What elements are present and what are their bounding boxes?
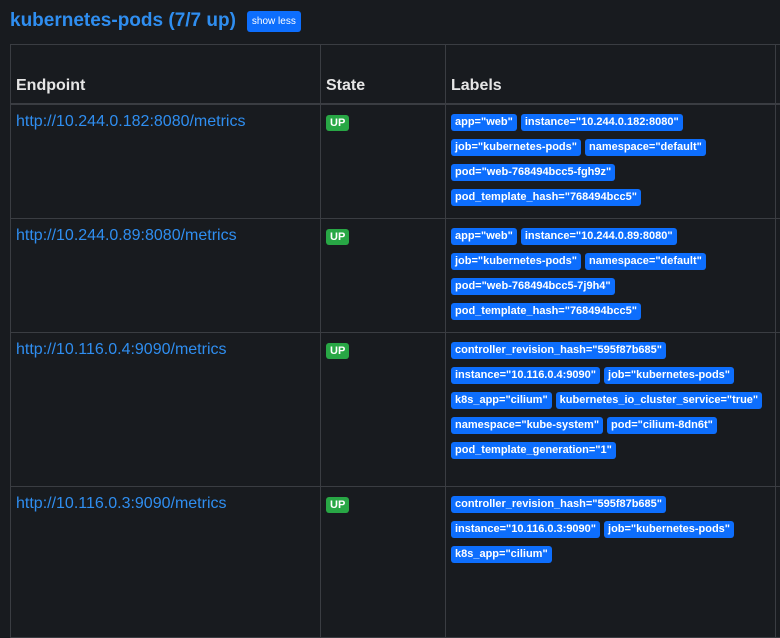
column-header-last-scrape: L	[776, 45, 780, 105]
label-chip: pod="web-768494bcc5-fgh9z"	[451, 164, 615, 181]
state-cell: UP	[321, 333, 446, 487]
label-chip: namespace="default"	[585, 253, 706, 270]
show-less-button[interactable]: show less	[247, 11, 301, 32]
last-scrape-value: 5	[776, 333, 780, 358]
table-header-row: Endpoint State Labels L	[11, 45, 780, 105]
label-chip: job="kubernetes-pods"	[604, 367, 734, 384]
pool-title-link[interactable]: kubernetes-pods (7/7 up)	[10, 10, 236, 32]
table-row: http://10.116.0.3:9090/metrics UP controll…	[11, 487, 780, 638]
state-cell: UP	[321, 487, 446, 638]
label-chip: instance="10.116.0.4:9090"	[451, 367, 600, 384]
labels-cell: app="web"instance="10.244.0.89:8080" job=…	[446, 219, 776, 333]
label-chip: pod="cilium-8dn6t"	[607, 417, 717, 434]
label-chip: pod_template_hash="768494bcc5"	[451, 303, 641, 320]
last-scrape-cell: 2	[776, 219, 780, 333]
label-chip: controller_revision_hash="595f87b685"	[451, 496, 666, 513]
targets-table: Endpoint State Labels L http://10.244.0.…	[10, 44, 780, 638]
pool-header: kubernetes-pods (7/7 up) show less	[10, 10, 301, 32]
label-chip: k8s_app="cilium"	[451, 546, 552, 563]
label-chip: pod="web-768494bcc5-7j9h4"	[451, 278, 615, 295]
last-scrape-cell: 5	[776, 333, 780, 487]
endpoint-link[interactable]: http://10.116.0.3:9090/metrics	[11, 487, 320, 513]
label-chip: namespace="default"	[585, 139, 706, 156]
table-row: http://10.244.0.182:8080/metrics UP app="w…	[11, 104, 780, 219]
last-scrape-cell: 1	[776, 104, 780, 219]
endpoint-link[interactable]: http://10.244.0.89:8080/metrics	[11, 219, 320, 245]
label-chip: app="web"	[451, 114, 517, 131]
endpoint-cell: http://10.244.0.182:8080/metrics	[11, 104, 321, 219]
label-chip: instance="10.116.0.3:9090"	[451, 521, 600, 538]
labels-cell: controller_revision_hash="595f87b685"ins…	[446, 333, 776, 487]
state-badge: UP	[326, 115, 349, 131]
label-chip: job="kubernetes-pods"	[604, 521, 734, 538]
state-cell: UP	[321, 104, 446, 219]
column-header-state: State	[321, 45, 446, 105]
last-scrape-value: 2	[776, 219, 780, 244]
label-chip: app="web"	[451, 228, 517, 245]
label-chip: job="kubernetes-pods"	[451, 139, 581, 156]
label-chip: instance="10.244.0.182:8080"	[521, 114, 683, 131]
endpoint-cell: http://10.116.0.3:9090/metrics	[11, 487, 321, 638]
label-chip: namespace="kube-system"	[451, 417, 603, 434]
table-row: http://10.244.0.89:8080/metrics UP app="we…	[11, 219, 780, 333]
endpoint-link[interactable]: http://10.116.0.4:9090/metrics	[11, 333, 320, 359]
last-scrape-value: 1	[776, 105, 780, 130]
label-chip: pod_template_hash="768494bcc5"	[451, 189, 641, 206]
state-badge: UP	[326, 229, 349, 245]
state-badge: UP	[326, 497, 349, 513]
endpoint-cell: http://10.244.0.89:8080/metrics	[11, 219, 321, 333]
label-chip: instance="10.244.0.89:8080"	[521, 228, 677, 245]
label-chip: job="kubernetes-pods"	[451, 253, 581, 270]
table-row: http://10.116.0.4:9090/metrics UP controll…	[11, 333, 780, 487]
label-chip: pod_template_generation="1"	[451, 442, 616, 459]
column-header-endpoint: Endpoint	[11, 45, 321, 105]
labels-cell: controller_revision_hash="595f87b685"ins…	[446, 487, 776, 638]
label-chip: controller_revision_hash="595f87b685"	[451, 342, 666, 359]
endpoint-cell: http://10.116.0.4:9090/metrics	[11, 333, 321, 487]
state-badge: UP	[326, 343, 349, 359]
labels-cell: app="web"instance="10.244.0.182:8080" job…	[446, 104, 776, 219]
label-chip: k8s_app="cilium"	[451, 392, 552, 409]
column-header-labels: Labels	[446, 45, 776, 105]
last-scrape-cell	[776, 487, 780, 638]
endpoint-link[interactable]: http://10.244.0.182:8080/metrics	[11, 105, 320, 131]
label-chip: kubernetes_io_cluster_service="true"	[556, 392, 762, 409]
last-scrape-value	[776, 487, 780, 496]
state-cell: UP	[321, 219, 446, 333]
